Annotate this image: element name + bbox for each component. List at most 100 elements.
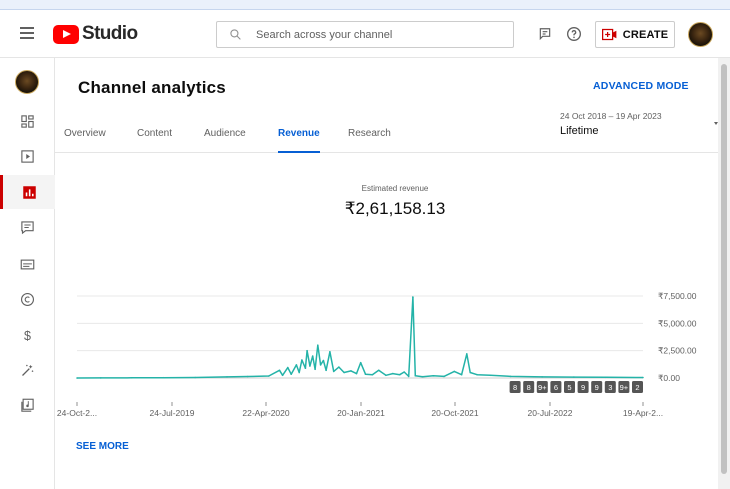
tab-revenue[interactable]: Revenue [278,128,320,153]
revenue-data-point [377,369,380,372]
sidebar-item-earn[interactable]: $ [0,318,55,352]
revenue-data-point [281,374,284,377]
revenue-data-point [573,376,575,378]
revenue-data-point [350,370,352,372]
sidebar-item-comments[interactable] [0,210,55,244]
revenue-data-point [364,373,367,375]
video-marker-label: 3 [608,383,612,392]
video-marker-label: 6 [554,383,558,392]
sidebar-item-subtitles[interactable] [0,247,55,281]
copyright-icon [21,292,34,306]
video-publish-marker[interactable]: 9+ [536,381,548,393]
y-tick-label: ₹2,500.00 [658,346,697,356]
tab-content[interactable]: Content [137,128,172,153]
sidebar-item-content[interactable] [0,139,55,173]
revenue-data-point [414,375,417,377]
revenue-data-point [398,373,401,376]
earn-icon: $ [24,328,31,342]
search-input[interactable] [256,28,496,41]
revenue-data-point [453,370,456,373]
x-tick-label: 20-Oct-2021 [431,408,479,418]
revenue-data-point [162,376,165,379]
dashboard-icon [21,114,34,128]
search-icon [230,29,241,40]
sidebar-item-customisation[interactable] [0,353,55,387]
sidebar-item-copyright[interactable] [0,282,55,316]
studio-logo[interactable]: Studio [53,23,138,45]
analytics-tabs: Overview Content Audience Revenue Resear… [55,120,718,153]
page-scrollbar[interactable] [718,58,730,489]
revenue-line-chart[interactable]: ₹7,500.00 ₹5,000.00 ₹2,500.00 ₹0.00 24-Oct-2… [55,154,718,434]
sidebar-item-audio-library[interactable] [0,388,55,422]
customisation-icon [22,364,34,376]
revenue-data-point [604,376,607,379]
tab-audience[interactable]: Audience [204,128,246,153]
video-marker-label: 8 [527,383,531,392]
audio-library-icon [21,398,34,412]
x-tick-label: 22-Apr-2020 [242,408,290,418]
revenue-data-point [432,375,435,377]
revenue-data-point [359,361,362,364]
video-publish-marker[interactable]: 9 [577,381,589,393]
revenue-data-point [131,377,133,379]
account-avatar[interactable] [688,22,713,47]
revenue-data-point [509,375,512,378]
revenue-data-point [287,366,289,369]
revenue-data-point [322,359,325,362]
top-header: Studio CREATE [0,10,730,58]
sidebar-item-analytics[interactable] [0,175,55,209]
revenue-data-point [319,364,322,366]
revenue-data-point [268,375,270,377]
revenue-data-point [403,371,406,373]
revenue-data-point [421,375,424,378]
menu-icon[interactable] [20,27,34,39]
page-title: Channel analytics [78,78,226,97]
left-sidebar: $ [0,58,55,489]
advanced-mode-button[interactable]: ADVANCED MODE [593,80,689,92]
subtitles-icon [20,259,35,269]
revenue-data-point [194,376,196,379]
video-publish-marker[interactable]: 9+ [618,381,630,393]
revenue-data-point [343,371,345,374]
revenue-data-point [329,351,331,353]
y-tick-label: ₹5,000.00 [658,318,697,328]
revenue-data-point [407,375,410,378]
feedback-icon[interactable] [535,24,555,44]
y-tick-label: ₹7,500.00 [658,291,697,301]
tab-overview[interactable]: Overview [64,128,106,153]
revenue-data-point [295,364,298,366]
channel-avatar[interactable] [15,70,39,94]
tab-research[interactable]: Research [348,128,391,153]
create-label: CREATE [622,28,669,41]
revenue-data-point [332,370,335,373]
comments-icon [21,220,34,234]
revenue-data-point [309,365,311,367]
video-publish-marker[interactable]: 8 [509,381,521,393]
video-marker-label: 9 [595,383,599,392]
revenue-data-point [642,376,644,379]
search-box[interactable] [216,21,514,48]
browser-top-strip [0,0,730,10]
video-publish-marker[interactable]: 2 [632,381,643,393]
see-more-link[interactable]: SEE MORE [76,441,129,452]
scrollbar-thumb[interactable] [721,64,727,474]
video-publish-marker[interactable]: 6 [550,381,562,393]
video-publish-marker[interactable]: 3 [604,381,616,393]
help-icon[interactable] [564,24,584,44]
video-marker-label: 9 [581,383,585,392]
revenue-data-point [76,377,78,379]
sidebar-item-dashboard[interactable] [0,104,55,138]
x-tick-label: 24-Jul-2019 [150,408,195,418]
logo-text: Studio [82,23,138,44]
create-button[interactable]: CREATE [595,21,675,48]
revenue-data-point [385,374,387,377]
revenue-data-point [541,376,543,378]
revenue-data-point [278,369,281,372]
video-publish-marker[interactable]: 5 [564,381,575,393]
revenue-card: Estimated revenue ₹2,61,158.13 ₹7,500.00… [55,154,718,489]
video-publish-marker[interactable]: 8 [523,381,535,393]
x-tick-label: 20-Jan-2021 [337,408,385,418]
video-publish-marker[interactable]: 9 [591,381,603,393]
x-tick-label: 24-Oct-2... [57,408,97,418]
revenue-data-point [371,373,374,376]
